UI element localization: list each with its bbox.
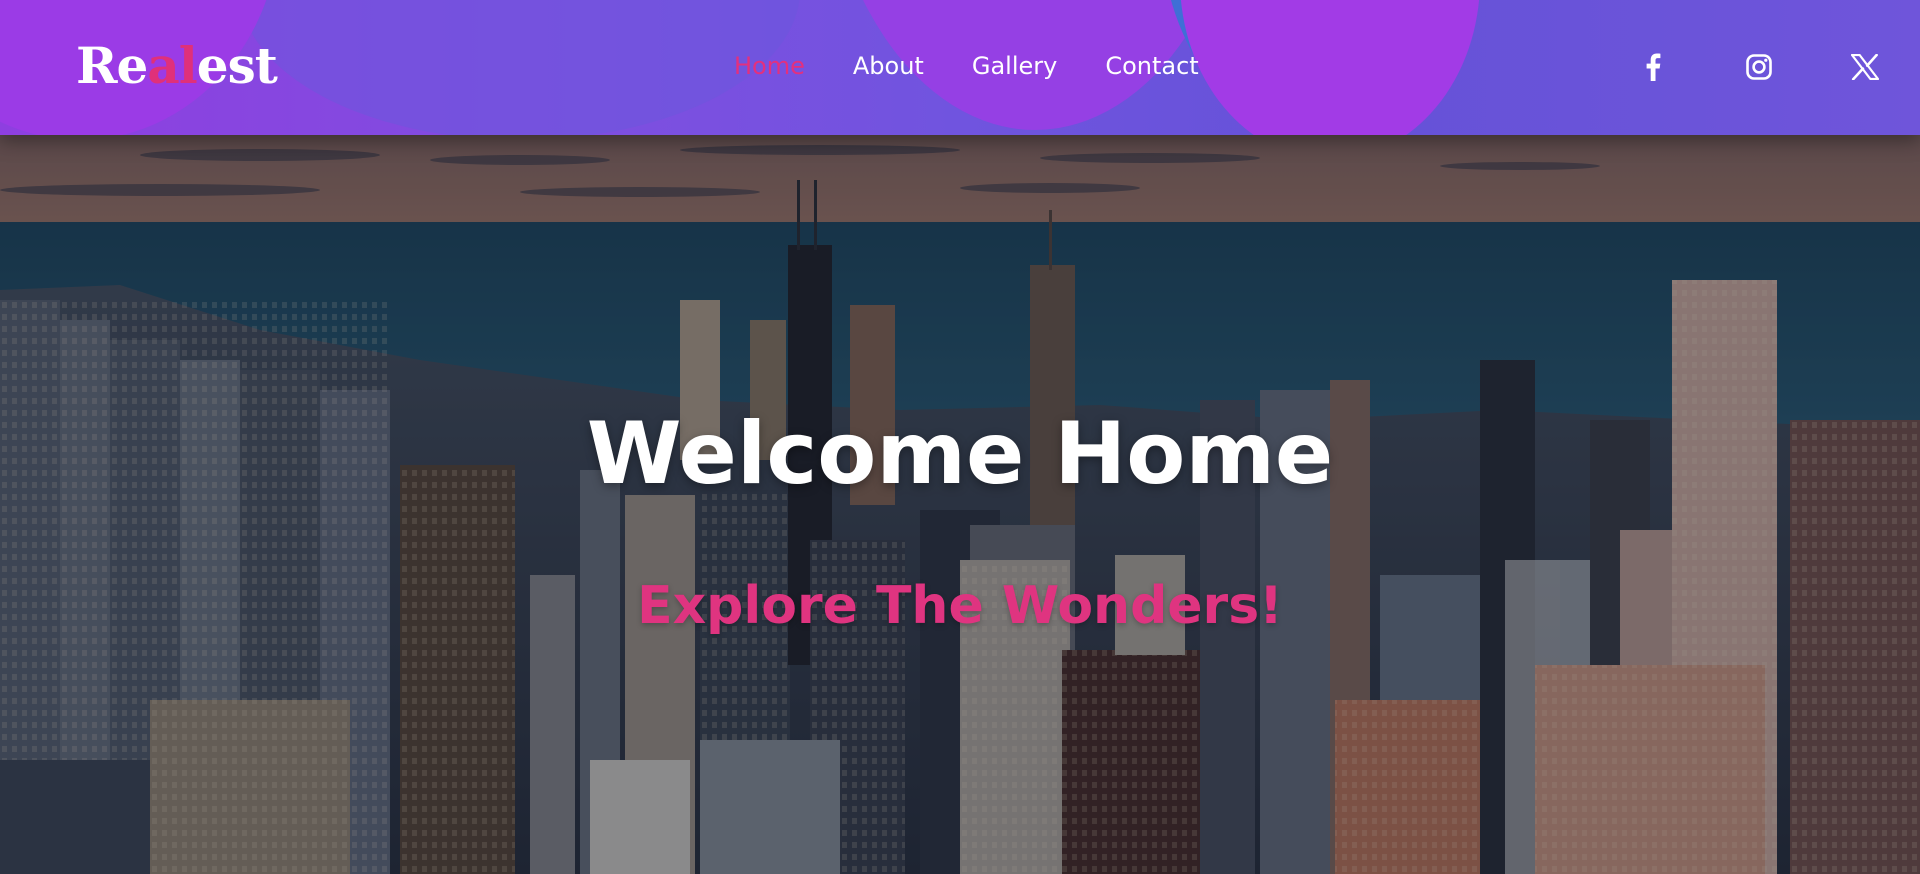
social-links bbox=[1566, 48, 1884, 86]
page: Realest Home About Gallery Contact Welco… bbox=[0, 0, 1920, 874]
nav-link-about[interactable]: About bbox=[853, 50, 924, 82]
brand-logo-prefix: Re bbox=[76, 36, 148, 95]
nav-link-home[interactable]: Home bbox=[734, 50, 805, 82]
nav-link-gallery[interactable]: Gallery bbox=[972, 50, 1057, 82]
brand-logo-suffix: est bbox=[196, 36, 278, 95]
hero-subtitle: Explore The Wonders! bbox=[637, 576, 1283, 636]
hero-title: Welcome Home bbox=[586, 404, 1334, 504]
x-icon[interactable] bbox=[1846, 48, 1884, 86]
brand-logo[interactable]: Realest bbox=[76, 36, 278, 96]
main-nav: Home About Gallery Contact bbox=[734, 50, 1247, 82]
navbar-decoration bbox=[240, 0, 800, 135]
navbar: Realest Home About Gallery Contact bbox=[0, 0, 1920, 135]
facebook-icon[interactable] bbox=[1634, 48, 1672, 86]
nav-link-contact[interactable]: Contact bbox=[1105, 50, 1198, 82]
instagram-icon[interactable] bbox=[1740, 48, 1778, 86]
brand-logo-accent: al bbox=[147, 36, 197, 95]
